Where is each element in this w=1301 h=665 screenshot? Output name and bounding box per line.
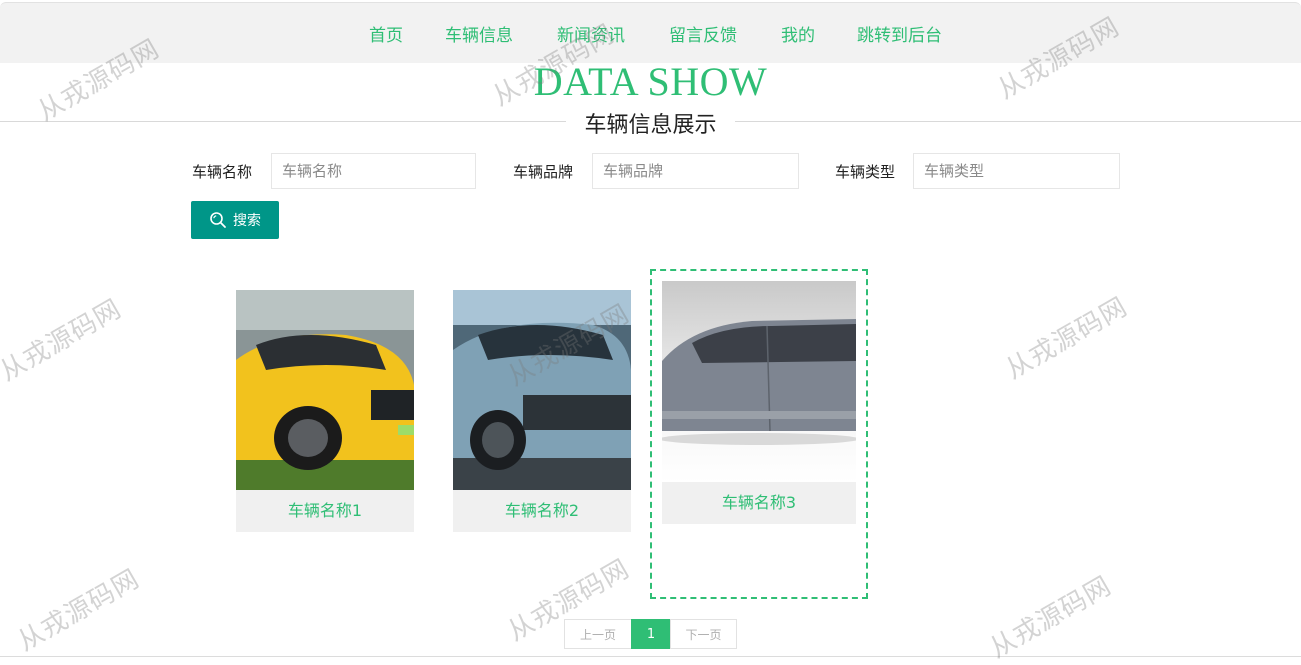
vehicle-card-1[interactable]: 车辆名称1 (236, 290, 414, 532)
watermark: 从戎源码网 (1000, 291, 1133, 386)
bottom-divider (0, 656, 1301, 657)
vehicle-card-2[interactable]: 车辆名称2 (453, 290, 631, 532)
vehicle-name-label: 车辆名称 (192, 163, 253, 181)
top-nav: 首页 车辆信息 新闻资讯 留言反馈 我的 跳转到后台 (0, 2, 1301, 63)
nav-item-vehicle-info[interactable]: 车辆信息 (445, 21, 513, 46)
vehicle-image-2 (453, 290, 631, 490)
vehicle-type-input[interactable] (913, 153, 1120, 189)
vehicle-image-3 (662, 281, 856, 482)
vehicle-name-3: 车辆名称3 (721, 493, 797, 512)
watermark: 从戎源码网 (984, 570, 1117, 665)
search-button-label: 搜索 (233, 213, 261, 229)
vehicle-brand-label: 车辆品牌 (513, 163, 574, 181)
prev-page-button[interactable]: 上一页 (564, 619, 632, 649)
current-page-button[interactable]: 1 (631, 619, 671, 649)
vehicle-brand-input[interactable] (592, 153, 799, 189)
vehicle-name-input[interactable] (271, 153, 476, 189)
watermark: 从戎源码网 (12, 563, 145, 658)
nav-item-news[interactable]: 新闻资讯 (557, 21, 625, 46)
search-button[interactable]: 搜索 (191, 201, 279, 239)
page-title-en: DATA SHOW (533, 59, 768, 104)
vehicle-name-2: 车辆名称2 (504, 501, 580, 520)
vehicle-image-1 (236, 290, 414, 490)
next-page-button[interactable]: 下一页 (670, 619, 737, 649)
search-icon (209, 211, 227, 229)
nav-item-mine[interactable]: 我的 (781, 21, 815, 46)
watermark: 从戎源码网 (0, 293, 127, 388)
nav-item-admin[interactable]: 跳转到后台 (857, 21, 942, 46)
page-title-zh: 车辆信息展示 (566, 107, 735, 139)
vehicle-card-3[interactable]: 车辆名称3 (662, 281, 856, 524)
vehicle-type-label: 车辆类型 (835, 163, 896, 181)
vehicle-name-1: 车辆名称1 (287, 501, 363, 520)
nav-item-home[interactable]: 首页 (369, 21, 403, 46)
nav-item-feedback[interactable]: 留言反馈 (669, 21, 737, 46)
